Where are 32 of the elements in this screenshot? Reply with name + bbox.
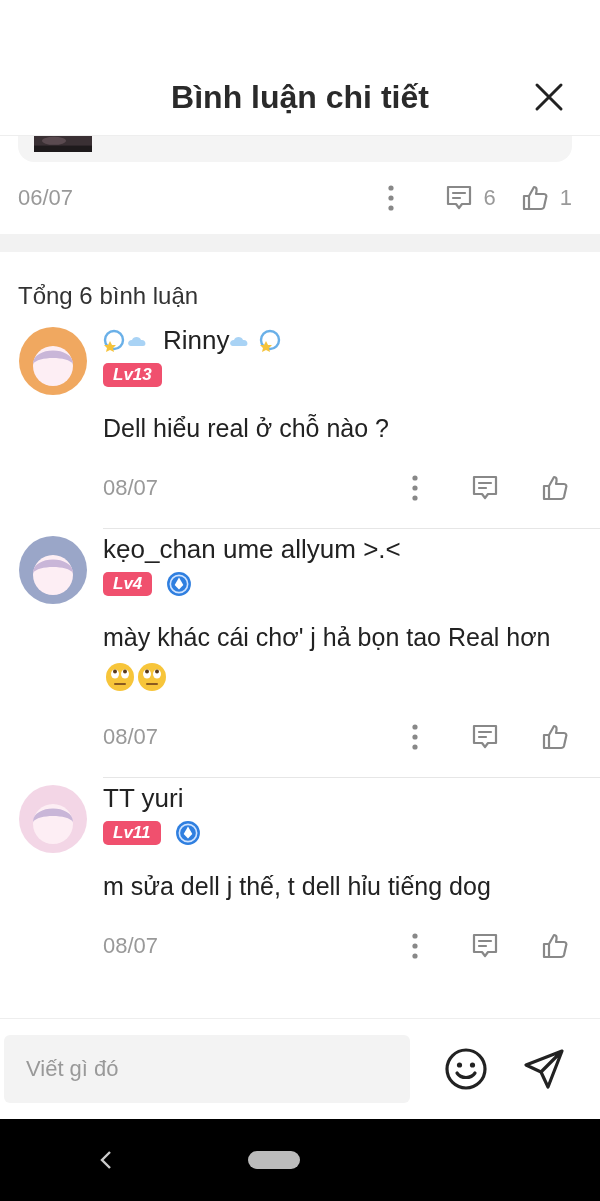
username[interactable]: Rinny <box>163 324 230 356</box>
thumbs-up-icon[interactable] <box>540 722 570 752</box>
comment-text: Dell hiểu real ở chỗ nào ? <box>103 414 389 442</box>
comment-date: 08/07 <box>103 724 159 750</box>
comment-date: 08/07 <box>103 933 159 959</box>
level-badge: Lv13 <box>103 363 162 387</box>
home-pill[interactable] <box>248 1151 300 1169</box>
comment-date: 08/07 <box>103 475 159 501</box>
level-badge: Lv4 <box>103 572 153 596</box>
more-icon[interactable] <box>387 185 394 211</box>
thumbs-up-icon[interactable] <box>540 931 570 961</box>
username[interactable]: kẹo_chan ume allyum >.< <box>103 533 401 565</box>
thumbs-up-icon[interactable] <box>540 473 570 503</box>
username[interactable]: TT yuri <box>103 782 184 814</box>
level-badge: Lv11 <box>103 821 161 845</box>
more-icon[interactable] <box>412 475 418 501</box>
send-icon[interactable] <box>522 1047 566 1091</box>
more-icon[interactable] <box>412 933 418 959</box>
comments-total: Tổng 6 bình luận <box>17 281 200 311</box>
more-icon[interactable] <box>412 724 418 750</box>
smiley-icon[interactable] <box>444 1047 488 1091</box>
comment-text: mày khác cái chơ' j hả bọn tao Real hơn <box>103 623 551 651</box>
comment-count: 6 <box>483 185 496 211</box>
back-icon[interactable] <box>100 1150 112 1170</box>
page-title: Bình luận chi tiết <box>171 79 429 116</box>
like-count: 1 <box>559 185 572 211</box>
eye-roll-emoji-icon <box>137 662 167 692</box>
close-icon[interactable] <box>534 82 564 112</box>
eye-roll-emoji-icon <box>105 662 135 692</box>
comment-input-field[interactable]: Viết gì đó <box>4 1035 410 1103</box>
comment-text: m sửa dell j thế, t dell hỉu tiếng dog <box>103 872 491 900</box>
post-date: 06/07 <box>18 185 74 211</box>
